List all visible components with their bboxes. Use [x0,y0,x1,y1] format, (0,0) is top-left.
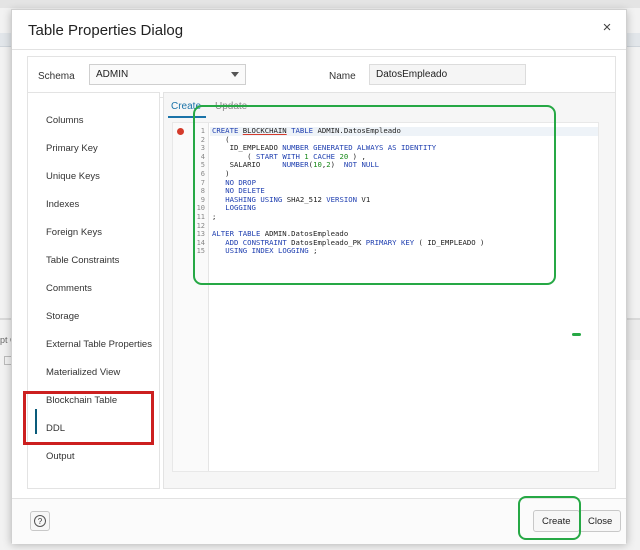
sidebar-item-materialized-view[interactable]: Materialized View [46,367,120,378]
help-button[interactable]: ? [30,511,50,531]
help-icon: ? [34,515,46,527]
sidebar-item-output[interactable]: Output [46,451,75,462]
name-label: Name [329,71,356,82]
sidebar-item-indexes[interactable]: Indexes [46,199,79,210]
schema-value: ADMIN [96,69,129,80]
sidebar-item-unique-keys[interactable]: Unique Keys [46,171,100,182]
close-icon[interactable]: × [599,19,615,37]
close-button[interactable]: Close [579,510,622,532]
ddl-highlight-box [23,391,154,445]
background-panel [626,320,640,360]
schema-select[interactable]: ADMIN [89,64,246,85]
sidebar-item-columns[interactable]: Columns [46,115,84,126]
sidebar-item-storage[interactable]: Storage [46,311,79,322]
sidebar-item-foreign-keys[interactable]: Foreign Keys [46,227,102,238]
sidebar-item-comments[interactable]: Comments [46,283,92,294]
background-topbar [0,0,640,8]
sidebar-item-primary-key[interactable]: Primary Key [46,143,98,154]
breakpoint-icon [177,128,184,135]
chevron-down-icon [231,72,239,77]
name-field[interactable]: DatosEmpleado [369,64,526,85]
annotation-mark [572,333,581,336]
create-highlight-box [518,496,581,540]
dialog-header: Table Properties Dialog × [12,10,626,50]
sidebar-item-external-table-properties[interactable]: External Table Properties [46,339,152,350]
code-highlight-box [193,105,556,285]
sidebar-item-table-constraints[interactable]: Table Constraints [46,255,119,266]
schema-label: Schema [38,71,75,82]
dialog-title: Table Properties Dialog [28,22,184,39]
